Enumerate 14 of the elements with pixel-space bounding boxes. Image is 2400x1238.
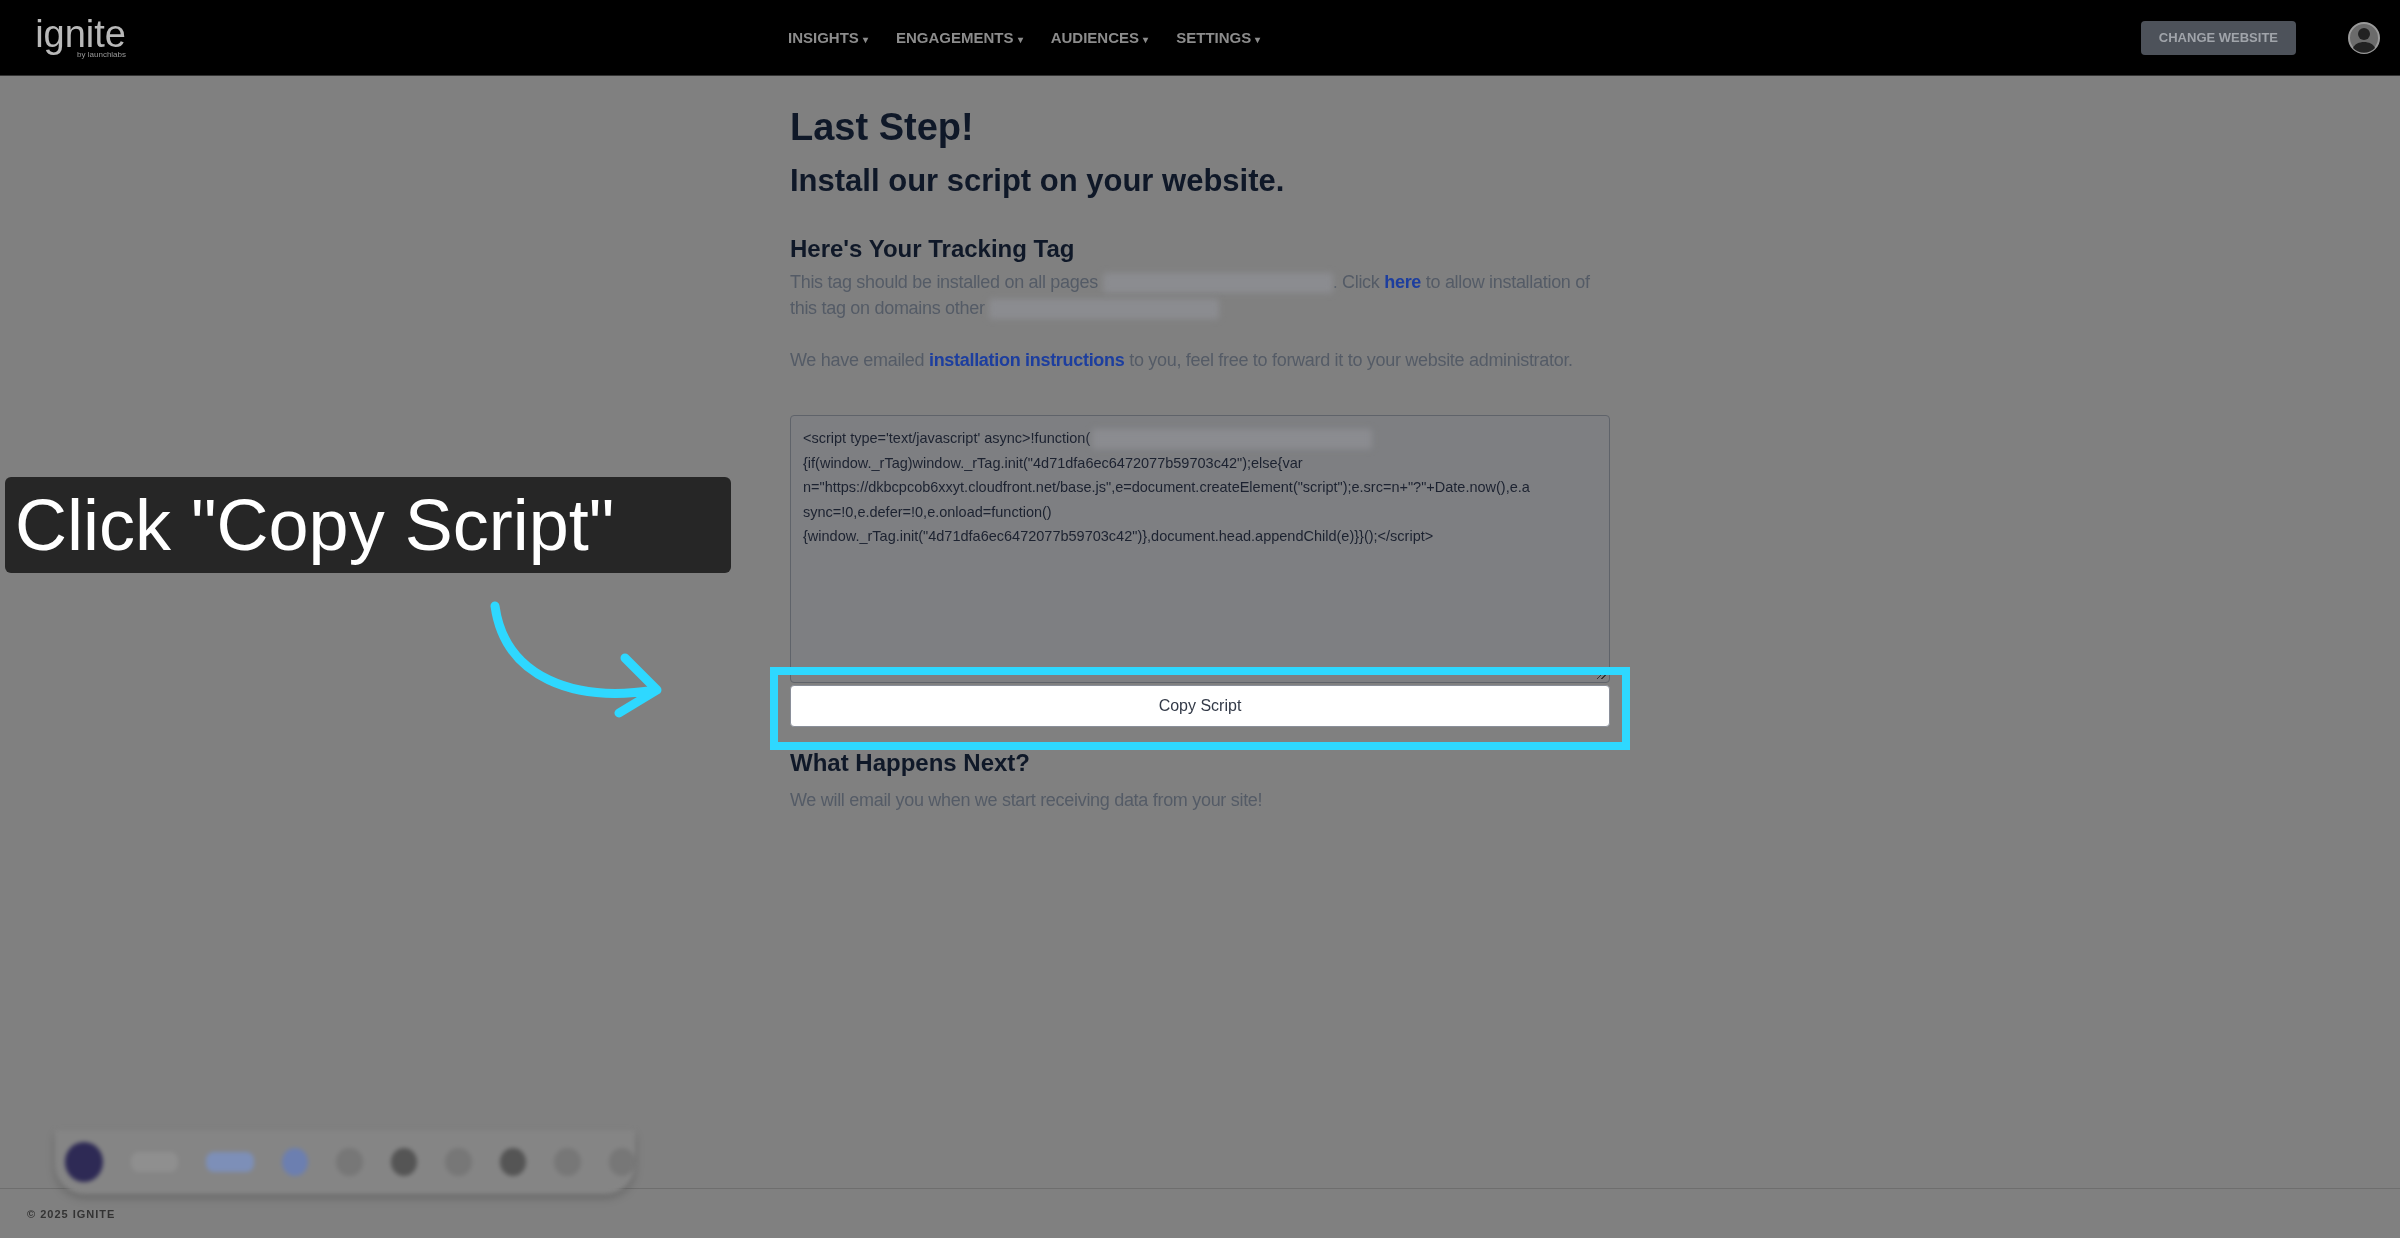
script-field[interactable]: <script type='text/javascript' async>!function( {if(window._rTag)window._rTag.init("4d71dfa6ec6472077b59703c42");else{var n="https://dkbcpcob6xxyt.cloudfront.net/base.js",e=document.createElement("script");e.src=n+"?"+Date.now(),e.a sync=!0,e.defer=!0,e.onload=function() {window._rTag.init("4d71dfa6ec6472077b59703c42")},document.head.appendChild(e)}}();</script> — [790, 415, 1610, 683]
section-title: What Happens Next? — [790, 749, 1032, 777]
callout-label: Click "Copy Script" — [5, 477, 731, 573]
nav-menu[interactable]: ENGAGEMENTS ▾ — [896, 29, 1023, 46]
page-title: Last Step! — [790, 106, 975, 149]
avatar-icon[interactable] — [2348, 21, 2380, 54]
nav-menu[interactable]: AUDIENCES ▾ — [1050, 29, 1149, 46]
copy-script-button[interactable]: Copy Script — [790, 685, 1610, 727]
change-website-button[interactable]: CHANGE WEBSITE — [2140, 20, 2296, 55]
nav-menu[interactable]: SETTINGS ▾ — [1176, 29, 1261, 46]
page-subtitle: Install our script on your website. — [790, 163, 1286, 199]
nav-menu[interactable]: INSIGHTS ▾ — [788, 29, 868, 46]
copyright-text: © 2025 IGNITE — [27, 1207, 116, 1220]
section-title: Here's Your Tracking Tag — [790, 235, 1076, 263]
